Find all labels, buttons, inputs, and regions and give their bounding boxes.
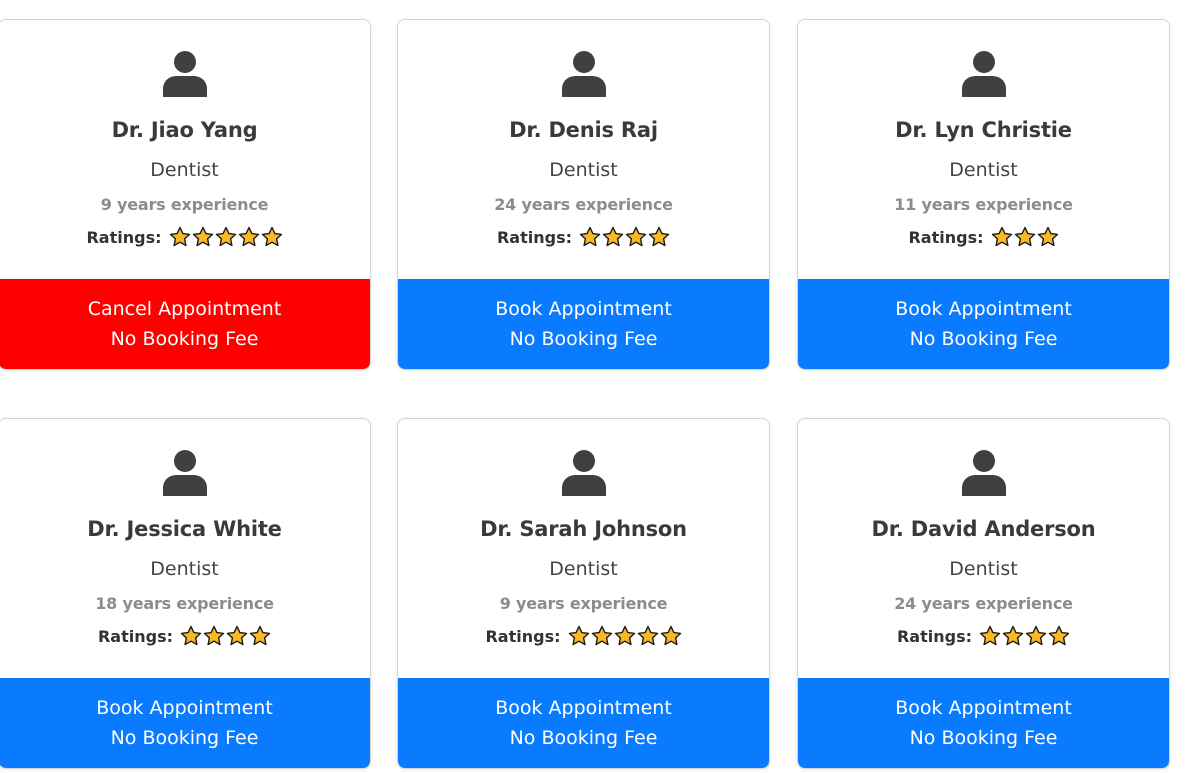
star-icon [625, 226, 647, 247]
star-icon [203, 625, 225, 646]
doctor-card-body: Dr. Sarah Johnson Dentist 9 years experi… [398, 419, 769, 680]
booking-fee-label: No Booking Fee [110, 328, 259, 350]
doctor-card: Dr. Jiao Yang Dentist 9 years experience… [0, 19, 371, 370]
star-rating [991, 226, 1059, 248]
doctor-name: Dr. Sarah Johnson [480, 517, 687, 541]
star-icon [169, 226, 190, 247]
doctor-card: Dr. Sarah Johnson Dentist 9 years experi… [397, 418, 770, 769]
ratings-row: Ratings: [798, 226, 1169, 248]
doctor-speciality: Dentist [949, 558, 1018, 580]
doctor-card-body: Dr. Denis Raj Dentist 24 years experienc… [398, 20, 769, 281]
star-icon [1025, 625, 1047, 646]
doctor-speciality: Dentist [549, 159, 618, 181]
doctor-name: Dr. Denis Raj [509, 118, 658, 142]
doctor-card-body: Dr. Jessica White Dentist 18 years exper… [0, 419, 370, 680]
user-icon [561, 51, 606, 97]
book-appointment-button[interactable]: Book Appointment No Booking Fee [798, 678, 1169, 768]
star-rating [180, 625, 271, 647]
booking-fee-label: No Booking Fee [509, 328, 658, 350]
ratings-row: Ratings: [798, 625, 1169, 647]
ratings-row: Ratings: [0, 226, 370, 248]
user-icon [961, 450, 1006, 496]
doctor-name: Dr. David Anderson [871, 517, 1096, 541]
action-label: Cancel Appointment [87, 298, 282, 320]
star-icon [192, 226, 213, 247]
star-icon [637, 625, 658, 646]
ratings-row: Ratings: [0, 625, 370, 647]
ratings-label: Ratings: [485, 626, 561, 646]
doctor-card-body: Dr. David Anderson Dentist 24 years expe… [798, 419, 1169, 680]
action-label: Book Appointment [495, 298, 672, 320]
ratings-label: Ratings: [97, 626, 173, 646]
book-appointment-button[interactable]: Book Appointment No Booking Fee [398, 279, 769, 369]
action-label: Book Appointment [96, 697, 273, 719]
doctor-card: Dr. David Anderson Dentist 24 years expe… [797, 418, 1170, 769]
book-appointment-button[interactable]: Book Appointment No Booking Fee [398, 678, 769, 768]
star-icon [1048, 625, 1070, 646]
book-appointment-button[interactable]: Book Appointment No Booking Fee [0, 678, 370, 768]
star-icon [249, 625, 271, 646]
cancel-appointment-button[interactable]: Cancel Appointment No Booking Fee [0, 279, 370, 369]
user-icon [162, 450, 207, 496]
action-label: Book Appointment [895, 697, 1072, 719]
doctor-experience: 9 years experience [499, 594, 668, 613]
star-icon [568, 625, 589, 646]
star-icon [238, 226, 259, 247]
booking-fee-label: No Booking Fee [110, 727, 259, 749]
user-icon [961, 51, 1006, 97]
star-rating [979, 625, 1070, 647]
star-icon [1014, 226, 1035, 247]
ratings-row: Ratings: [398, 226, 769, 248]
booking-fee-label: No Booking Fee [909, 328, 1058, 350]
action-label: Book Appointment [895, 298, 1072, 320]
doctor-card-grid: Dr. Jiao Yang Dentist 9 years experience… [0, 0, 1188, 773]
doctor-speciality: Dentist [549, 558, 618, 580]
action-label: Book Appointment [495, 697, 672, 719]
doctor-card-body: Dr. Lyn Christie Dentist 11 years experi… [798, 20, 1169, 281]
star-icon [614, 625, 635, 646]
doctor-experience: 9 years experience [100, 195, 269, 214]
doctor-card-body: Dr. Jiao Yang Dentist 9 years experience… [0, 20, 370, 281]
star-rating [568, 625, 682, 647]
star-icon [591, 625, 612, 646]
star-icon [648, 226, 670, 247]
star-icon [180, 625, 202, 646]
doctor-speciality: Dentist [150, 159, 219, 181]
star-icon [226, 625, 248, 646]
booking-fee-label: No Booking Fee [509, 727, 658, 749]
doctor-card: Dr. Denis Raj Dentist 24 years experienc… [397, 19, 770, 370]
doctor-card: Dr. Jessica White Dentist 18 years exper… [0, 418, 371, 769]
star-icon [660, 625, 681, 646]
ratings-label: Ratings: [496, 227, 572, 247]
doctor-experience: 18 years experience [95, 594, 274, 613]
doctor-experience: 11 years experience [894, 195, 1073, 214]
doctor-speciality: Dentist [949, 159, 1018, 181]
doctor-name: Dr. Jessica White [87, 517, 282, 541]
star-rating [169, 226, 283, 248]
ratings-label: Ratings: [908, 227, 984, 247]
book-appointment-button[interactable]: Book Appointment No Booking Fee [798, 279, 1169, 369]
user-icon [561, 450, 606, 496]
star-icon [215, 226, 236, 247]
star-icon [602, 226, 624, 247]
star-icon [261, 226, 282, 247]
ratings-label: Ratings: [896, 626, 972, 646]
user-icon [162, 51, 207, 97]
star-icon [1037, 226, 1058, 247]
booking-fee-label: No Booking Fee [909, 727, 1058, 749]
star-icon [579, 226, 601, 247]
doctor-speciality: Dentist [150, 558, 219, 580]
ratings-label: Ratings: [86, 227, 162, 247]
star-rating [579, 226, 670, 248]
doctor-experience: 24 years experience [894, 594, 1073, 613]
ratings-row: Ratings: [398, 625, 769, 647]
star-icon [991, 226, 1012, 247]
star-icon [1002, 625, 1024, 646]
star-icon [979, 625, 1001, 646]
doctor-card: Dr. Lyn Christie Dentist 11 years experi… [797, 19, 1170, 370]
doctor-experience: 24 years experience [494, 195, 673, 214]
doctor-name: Dr. Jiao Yang [111, 118, 258, 142]
doctor-name: Dr. Lyn Christie [895, 118, 1072, 142]
